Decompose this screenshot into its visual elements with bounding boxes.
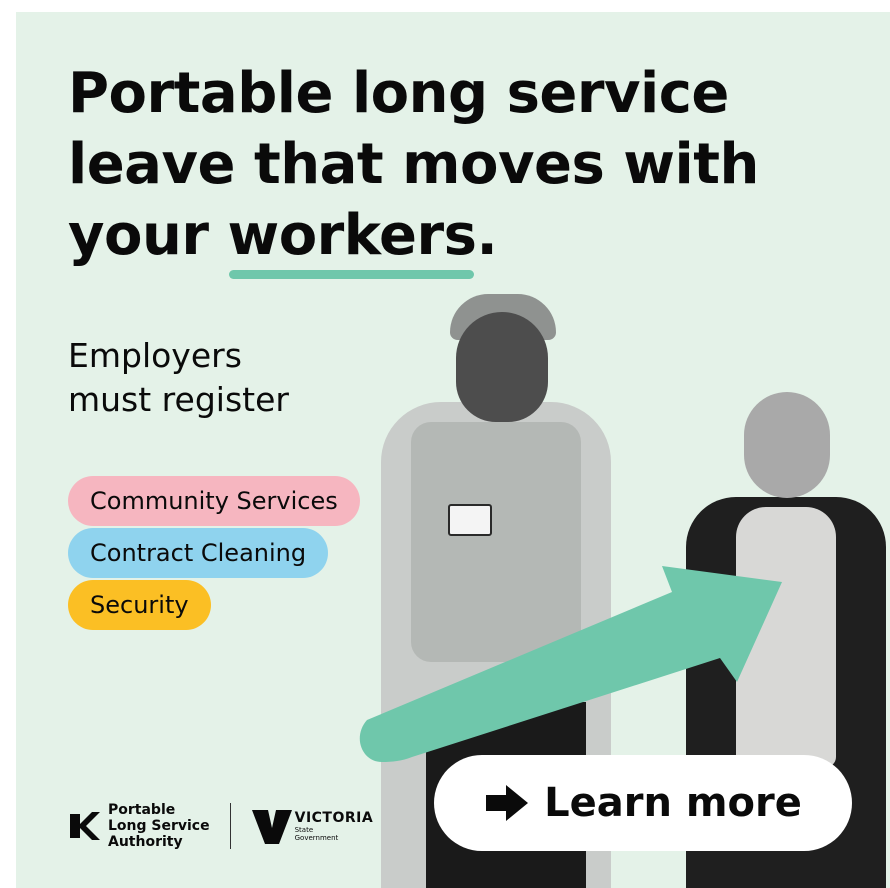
big-arrow-graphic (359, 566, 782, 762)
headline: Portable long service leave that moves w… (68, 58, 828, 279)
ad-banner[interactable]: Portable long service leave that moves w… (16, 12, 890, 888)
victoria-sub-2: Government (294, 834, 339, 842)
victoria-logo-text: VICTORIA State Government (295, 810, 374, 842)
headline-highlight-word: workers (227, 200, 477, 279)
sector-pill-contract-cleaning: Contract Cleaning (68, 528, 329, 578)
headline-line-3: your workers. (68, 200, 828, 279)
subhead: Employers must register (68, 334, 289, 422)
footer-logos: Portable Long Service Authority VICTORIA… (68, 796, 373, 856)
victoria-word: VICTORIA (294, 810, 374, 826)
subhead-line-2: must register (68, 380, 289, 419)
plsa-line-1: Portable (108, 802, 176, 818)
learn-more-button[interactable]: Learn more (436, 757, 850, 849)
plsa-line-2: Long Service (108, 818, 210, 834)
headline-line-3-end: . (476, 203, 498, 268)
arrow-shaft (359, 566, 782, 762)
sector-pill-community-services: Community Services (68, 476, 360, 526)
top-border (0, 0, 890, 12)
worker-head (456, 312, 548, 422)
learn-more-label: Learn more (544, 780, 802, 826)
arrow-right-icon (486, 785, 529, 821)
logo-divider (229, 803, 231, 849)
victoria-sub-1: State (294, 826, 314, 834)
plsa-logo-icon (70, 812, 100, 840)
id-badge (448, 504, 492, 536)
woman-head (744, 392, 830, 498)
subhead-line-1: Employers (68, 336, 242, 375)
headline-line-3-start: your (68, 203, 228, 268)
plsa-logo-text: Portable Long Service Authority (108, 802, 210, 850)
headline-line-2: leave that moves with (68, 132, 759, 197)
headline-line-1: Portable long service (68, 61, 729, 126)
plsa-line-3: Authority (108, 834, 183, 850)
sector-pill-security: Security (68, 580, 211, 630)
victoria-logo-icon (251, 810, 292, 844)
sector-pills: Community Services Contract Cleaning Sec… (68, 476, 360, 632)
